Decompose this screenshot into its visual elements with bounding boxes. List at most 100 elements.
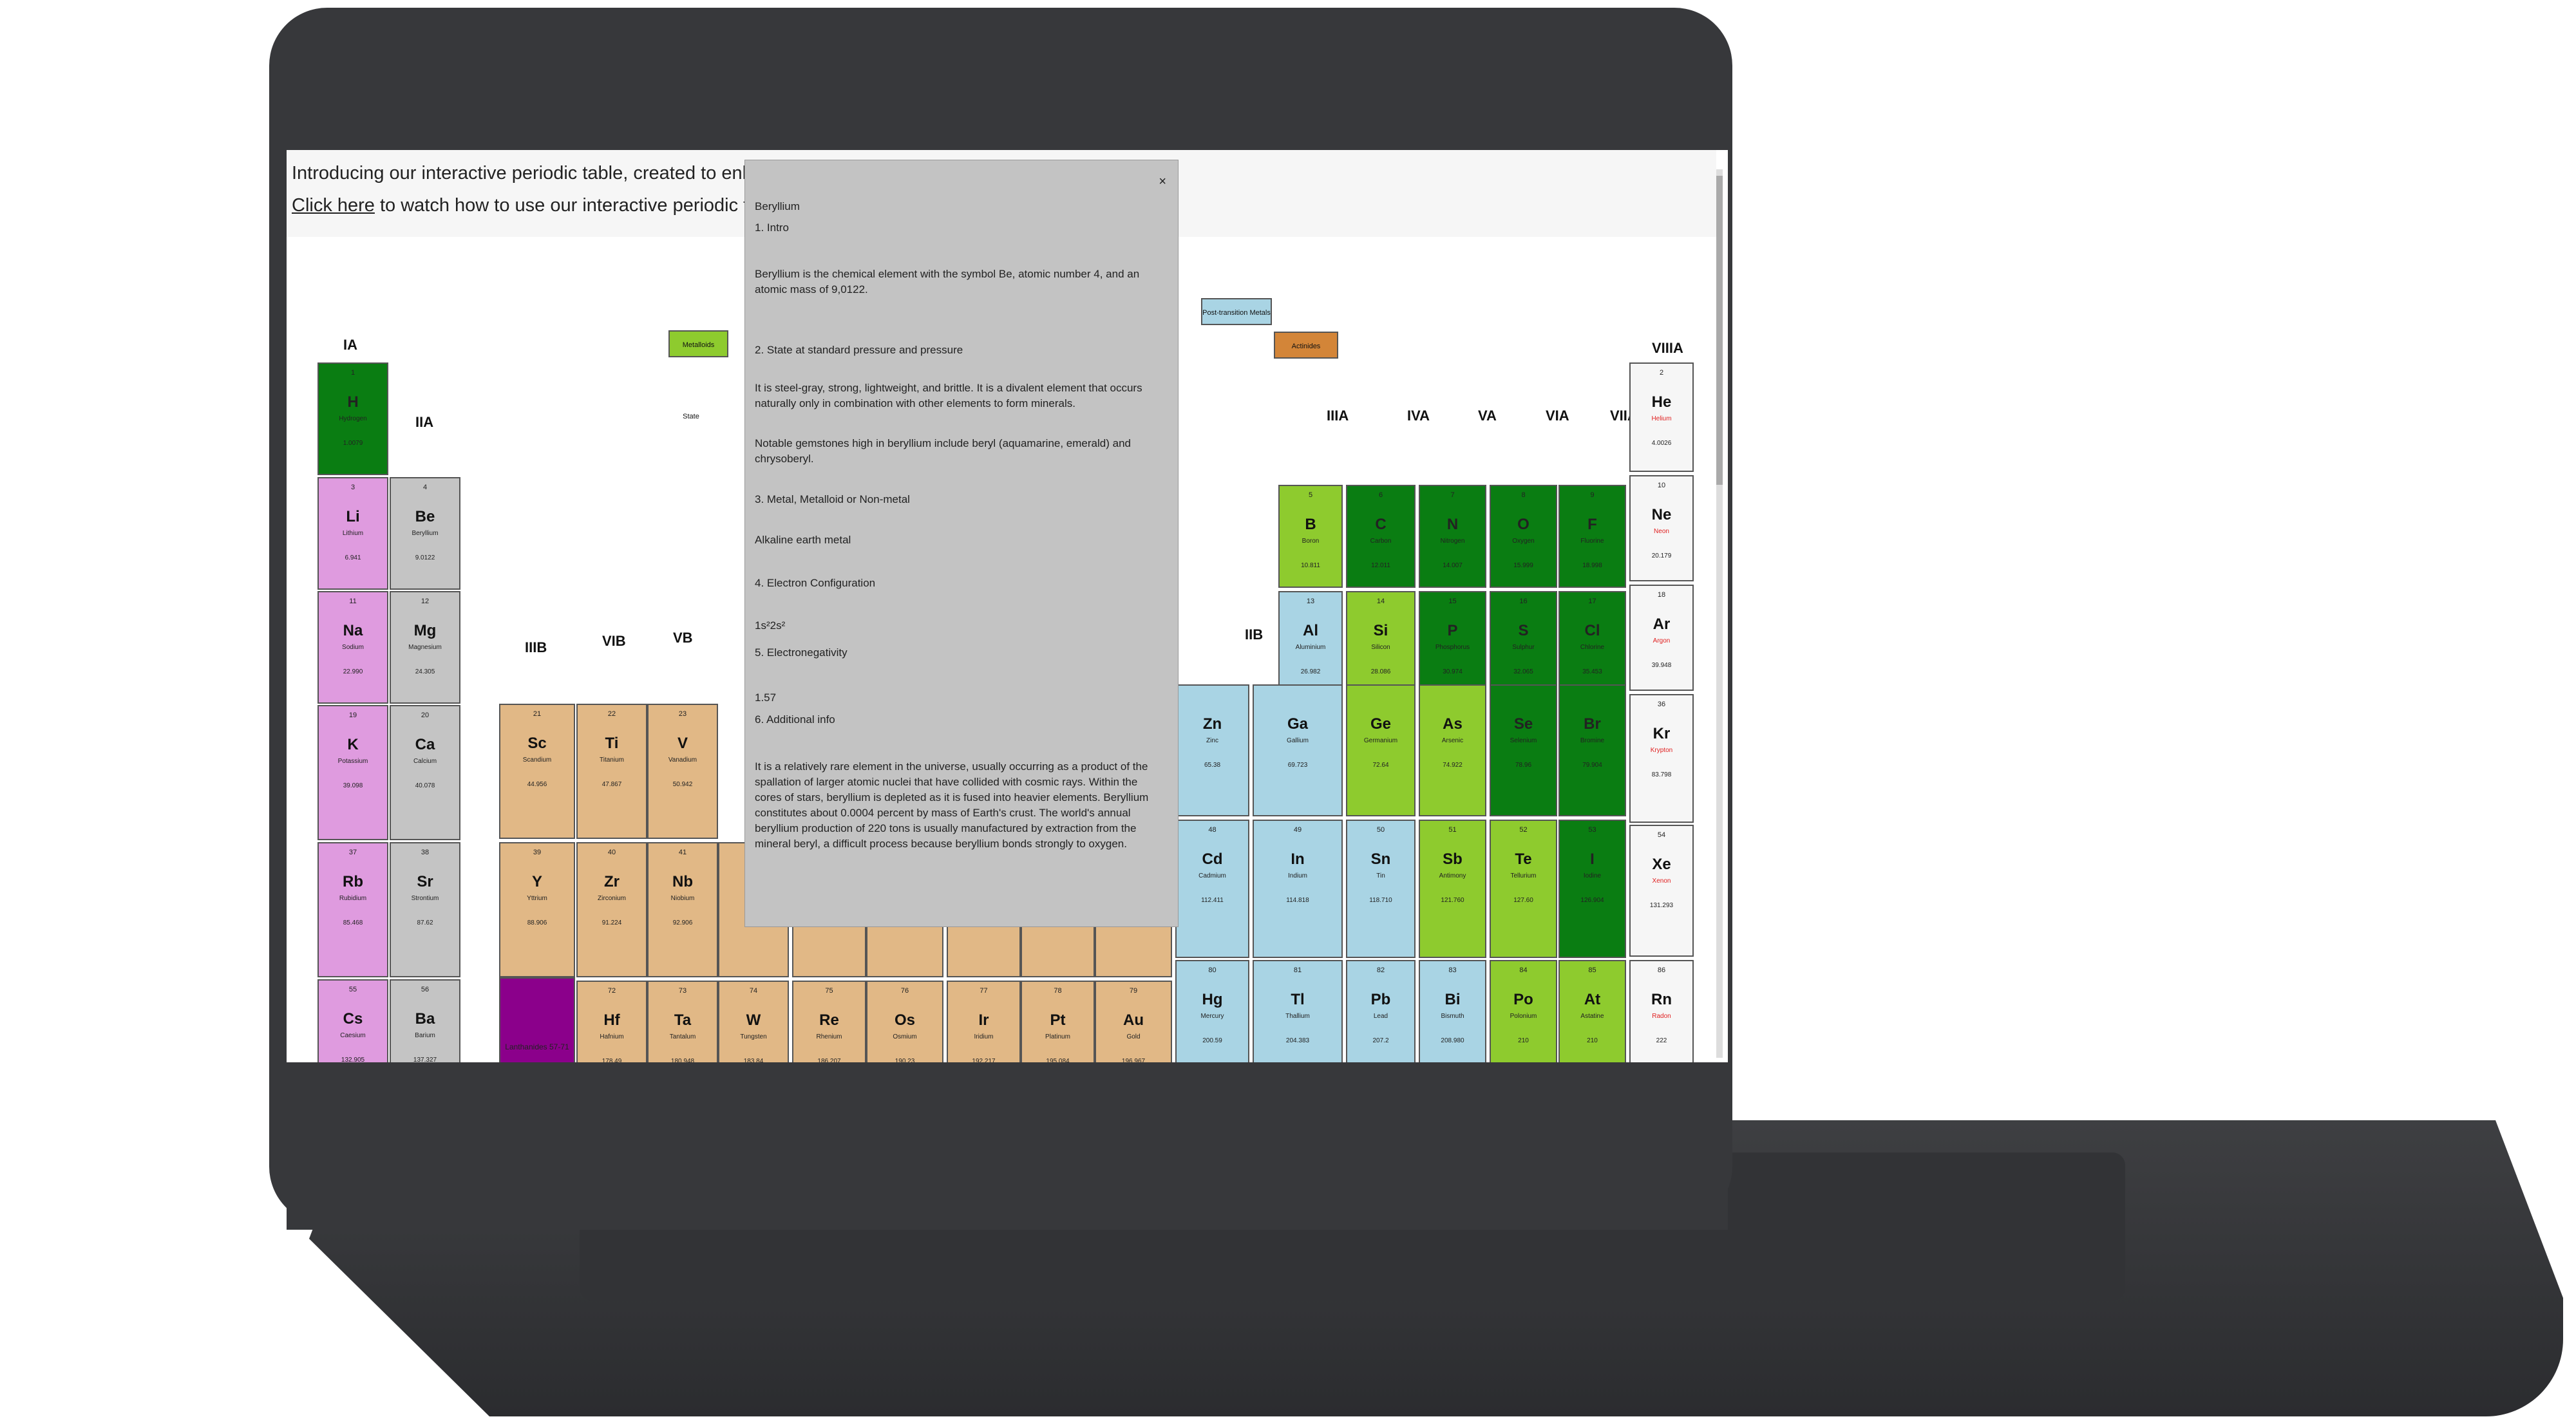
element-symbol: Ta: [674, 1011, 692, 1029]
atomic-mass: 28.086: [1370, 668, 1391, 675]
element-name: Magnesium: [408, 644, 442, 651]
modal-electronegativity-text: 1.57: [755, 691, 777, 704]
element-name: Gallium: [1287, 737, 1309, 744]
intro-text-line2: Click here to watch how to use our inter…: [292, 195, 820, 216]
element-tile-y[interactable]: 39 Y Yttrium 88.906: [499, 842, 575, 977]
atomic-number: 36: [1657, 700, 1666, 708]
element-symbol: Pt: [1050, 1011, 1066, 1029]
element-tile-cd[interactable]: 48 Cd Cadmium 112.411: [1175, 820, 1249, 958]
element-tile-ca[interactable]: 20 Ca Calcium 40.078: [390, 705, 460, 840]
page-scrollbar-thumb[interactable]: [1716, 176, 1723, 485]
element-name: Tungsten: [740, 1033, 767, 1040]
element-tile-as[interactable]: As Arsenic 74.922: [1419, 684, 1486, 816]
modal-close-button[interactable]: ×: [1159, 174, 1166, 189]
atomic-mass: 30.974: [1443, 668, 1463, 675]
element-symbol: Sn: [1370, 850, 1391, 868]
group-label-iia: IIA: [415, 414, 434, 430]
element-tile-cl[interactable]: 17 Cl Chlorine 35.453: [1558, 591, 1626, 694]
element-tile-zn[interactable]: Zn Zinc 65.38: [1175, 684, 1249, 816]
element-name: Bromine: [1580, 737, 1605, 744]
element-symbol: Nb: [672, 873, 693, 890]
element-name: Zinc: [1206, 737, 1218, 744]
element-tile-v[interactable]: 23 V Vanadium 50.942: [647, 704, 718, 839]
element-name: Lithium: [342, 530, 364, 537]
element-tile-rb[interactable]: 37 Rb Rubidium 85.468: [317, 842, 388, 977]
legend-actinides[interactable]: Actinides: [1274, 332, 1338, 359]
element-tile-al[interactable]: 13 Al Aluminium 26.982: [1278, 591, 1343, 694]
atomic-number: 52: [1519, 826, 1528, 834]
element-tile-na[interactable]: 11 Na Sodium 22.990: [317, 591, 388, 704]
atomic-mass: 35.453: [1582, 668, 1602, 675]
element-name: Thallium: [1285, 1013, 1310, 1020]
element-tile-kr[interactable]: 36 Kr Krypton 83.798: [1629, 694, 1694, 823]
legend-state[interactable]: State: [672, 408, 710, 426]
atomic-mass: 24.305: [415, 668, 435, 675]
atomic-mass: 18.998: [1582, 562, 1602, 569]
atomic-number: 80: [1208, 966, 1217, 974]
atomic-number: 78: [1054, 987, 1062, 995]
element-symbol: Ga: [1287, 715, 1308, 733]
element-tile-ne[interactable]: 10 Ne Neon 20.179: [1629, 475, 1694, 581]
legend-post-transition-metals[interactable]: Post-transition Metals: [1201, 298, 1272, 325]
element-tile-li[interactable]: 3 Li Lithium 6.941: [317, 477, 388, 590]
atomic-mass: 208.980: [1441, 1037, 1464, 1044]
element-tile-sb[interactable]: 51 Sb Antimony 121.760: [1419, 820, 1486, 958]
element-tile-ge[interactable]: Ge Germanium 72.64: [1346, 684, 1416, 816]
atomic-number: 15: [1448, 597, 1457, 605]
element-name: Cadmium: [1198, 872, 1226, 879]
element-tile-ti[interactable]: 22 Ti Titanium 47.867: [576, 704, 647, 839]
element-name: Beryllium: [412, 530, 439, 537]
element-name: Lanthanides 57-71: [505, 1042, 569, 1051]
element-tile-ar[interactable]: 18 Ar Argon 39.948: [1629, 585, 1694, 691]
element-tile-be[interactable]: 4 Be Beryllium 9.0122: [390, 477, 460, 590]
element-symbol: H: [347, 393, 359, 411]
element-tile-n[interactable]: 7 N Nitrogen 14.007: [1419, 485, 1486, 588]
atomic-number: 12: [421, 597, 430, 605]
element-tile-o[interactable]: 8 O Oxygen 15.999: [1490, 485, 1557, 588]
element-tile-sn[interactable]: 50 Sn Tin 118.710: [1346, 820, 1416, 958]
atomic-mass: 131.293: [1649, 902, 1674, 909]
element-tile-sr[interactable]: 38 Sr Strontium 87.62: [390, 842, 460, 977]
element-name: Carbon: [1370, 538, 1392, 545]
element-symbol: Os: [894, 1011, 915, 1029]
element-name: Krypton: [1650, 747, 1673, 754]
element-symbol: K: [347, 736, 359, 753]
element-tile-h[interactable]: 1 H Hydrogen 1.0079: [317, 362, 388, 475]
element-tile-ga[interactable]: Ga Gallium 69.723: [1253, 684, 1343, 816]
legend-metalloids[interactable]: Metalloids: [668, 330, 728, 357]
element-symbol: Ir: [978, 1011, 989, 1029]
element-tile-s[interactable]: 16 S Sulphur 32.065: [1490, 591, 1557, 694]
atomic-mass: 14.007: [1443, 562, 1463, 569]
element-tile-k[interactable]: 19 K Potassium 39.098: [317, 705, 388, 840]
element-tile-si[interactable]: 14 Si Silicon 28.086: [1346, 591, 1416, 694]
element-tile-te[interactable]: 52 Te Tellurium 127.60: [1490, 820, 1557, 958]
element-tile-xe[interactable]: 54 Xe Xenon 131.293: [1629, 825, 1694, 957]
element-symbol: Si: [1373, 622, 1388, 639]
atomic-mass: 10.811: [1301, 562, 1320, 569]
element-name: Titanium: [600, 756, 624, 764]
element-tile-b[interactable]: 5 B Boron 10.811: [1278, 485, 1343, 588]
atomic-mass: 222: [1656, 1037, 1667, 1044]
element-tile-f[interactable]: 9 F Fluorine 18.998: [1558, 485, 1626, 588]
element-tile-p[interactable]: 15 P Phosphorus 30.974: [1419, 591, 1486, 694]
element-tile-he[interactable]: 2 He Helium 4.0026: [1629, 362, 1694, 472]
group-label-iiib: IIIB: [525, 639, 547, 655]
atomic-number: 74: [749, 987, 758, 995]
element-name: Chlorine: [1580, 644, 1605, 651]
element-tile-sc[interactable]: 21 Sc Scandium 44.956: [499, 704, 575, 839]
click-here-link[interactable]: Click here: [292, 195, 375, 216]
atomic-number: 2: [1659, 369, 1664, 377]
atomic-number: 1: [350, 369, 355, 377]
element-tile-nb[interactable]: 41 Nb Niobium 92.906: [647, 842, 718, 977]
element-tile-br[interactable]: Br Bromine 79.904: [1558, 684, 1626, 816]
element-tile-c[interactable]: 6 C Carbon 12.011: [1346, 485, 1416, 588]
atomic-mass: 207.2: [1372, 1037, 1389, 1044]
element-tile-in[interactable]: 49 In Indium 114.818: [1253, 820, 1343, 958]
element-tile-zr[interactable]: 40 Zr Zirconium 91.224: [576, 842, 647, 977]
element-tile-se[interactable]: Se Selenium 78.96: [1490, 684, 1557, 816]
element-symbol: F: [1587, 516, 1597, 533]
element-tile-i[interactable]: 53 I Iodine 126.904: [1558, 820, 1626, 958]
modal-additional-text: It is a relatively rare element in the u…: [755, 760, 1149, 850]
atomic-mass: 87.62: [417, 919, 433, 926]
element-tile-mg[interactable]: 12 Mg Magnesium 24.305: [390, 591, 460, 704]
